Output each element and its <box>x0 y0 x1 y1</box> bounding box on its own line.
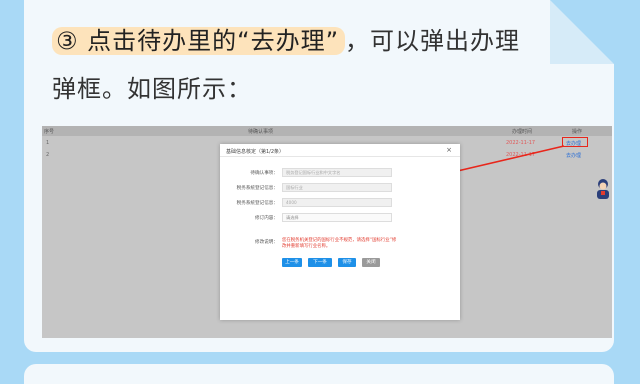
embedded-screenshot: 序号 待确认事项 办理时间 操作 1 2022-11-17 去办理 2 2022… <box>42 126 612 338</box>
next-button[interactable]: 下一条 <box>308 258 332 267</box>
handle-dialog: 基础信息核定（第1/2条） × 待确认事项： 税务登记国标行业和中文字名 税务系… <box>220 144 460 320</box>
next-card <box>24 364 614 384</box>
instruction-text: ，可以弹出办理 <box>345 27 521 55</box>
note-label: 修改说明： <box>255 240 278 245</box>
modify-note: 您在税务机关登记的国标行业不规范，请选择“国标行业”修改并重新填写行业名称。 <box>282 238 397 249</box>
page-fold-corner <box>550 0 614 64</box>
dialog-title: 基础信息核定（第1/2条） <box>226 149 285 155</box>
registered-code-field[interactable]: 4000 <box>282 198 392 207</box>
dialog-divider <box>220 156 460 157</box>
field-label: 待确认事项： <box>250 171 278 176</box>
save-button[interactable]: 保存 <box>338 258 356 267</box>
field-label: 修订内容： <box>255 216 278 221</box>
field-label: 税务系统登记信息： <box>236 201 278 206</box>
field-label: 税务系统登记信息： <box>236 186 278 191</box>
instruction-highlight: ③ 点击待办里的“去办理” <box>52 27 346 55</box>
instruction-line-2: 弹框。如图所示： <box>52 75 252 103</box>
instruction-line-1: ③ 点击待办里的“去办理” ，可以弹出办理 <box>52 24 520 58</box>
prev-button[interactable]: 上一条 <box>282 258 302 267</box>
registered-info-field[interactable]: 国标行业 <box>282 183 392 192</box>
close-button[interactable]: 关闭 <box>362 258 380 267</box>
assistant-avatar-icon[interactable] <box>594 178 612 200</box>
close-icon[interactable]: × <box>446 146 452 154</box>
revision-select[interactable]: 请选择 <box>282 213 392 222</box>
pending-item-field[interactable]: 税务登记国标行业和中文字名 <box>282 168 392 177</box>
